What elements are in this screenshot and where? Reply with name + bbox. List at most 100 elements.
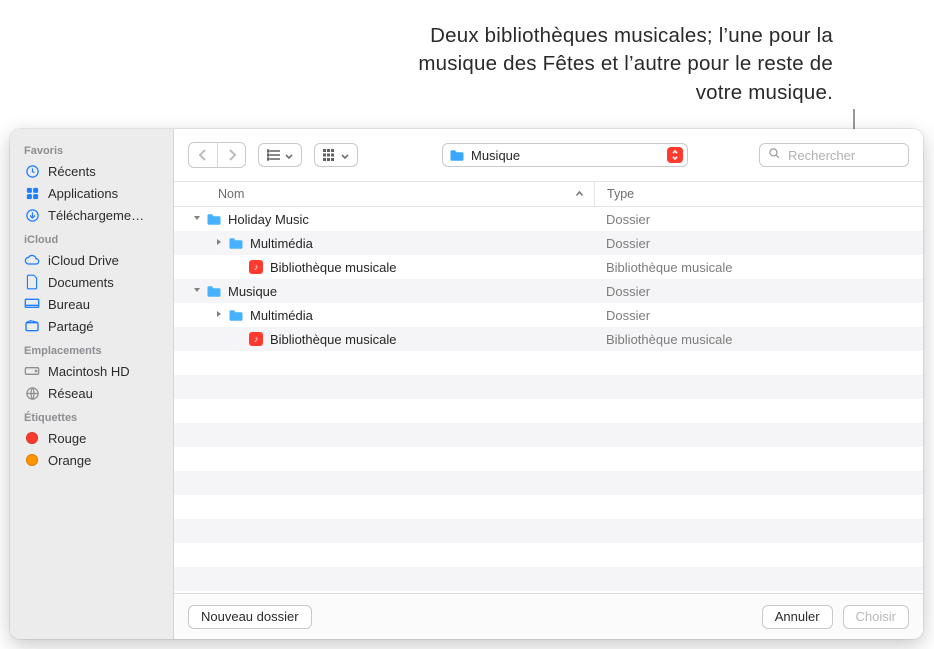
sidebar-item-label: Partagé (48, 319, 94, 334)
sidebar-item-tag-orange[interactable]: Orange (10, 449, 173, 471)
empty-row (174, 567, 923, 591)
apps-icon (24, 185, 40, 201)
file-type: Dossier (594, 308, 923, 323)
nav-buttons (188, 142, 246, 168)
empty-row (174, 447, 923, 471)
cancel-button[interactable]: Annuler (762, 605, 833, 629)
sidebar-item-label: Réseau (48, 386, 93, 401)
bottom-bar: Nouveau dossier Annuler Choisir (174, 593, 923, 639)
sidebar-item-label: Orange (48, 453, 91, 468)
empty-row (174, 495, 923, 519)
sidebar-item-macintosh-hd[interactable]: Macintosh HD (10, 360, 173, 382)
choose-button[interactable]: Choisir (843, 605, 909, 629)
sidebar-section-locations: Emplacements Macintosh HD Réseau (10, 337, 173, 404)
sidebar-item-downloads[interactable]: Téléchargeme… (10, 204, 173, 226)
folder-icon (205, 282, 223, 300)
file-name: Bibliothèque musicale (270, 260, 396, 275)
path-label: Musique (471, 148, 520, 163)
clock-icon (24, 163, 40, 179)
file-type: Dossier (594, 236, 923, 251)
sidebar-item-label: iCloud Drive (48, 253, 119, 268)
disclosure-triangle[interactable] (214, 238, 224, 249)
file-row[interactable]: ♪Bibliothèque musicaleBibliothèque music… (174, 255, 923, 279)
sidebar-item-label: Téléchargeme… (48, 208, 144, 223)
search-field[interactable] (759, 143, 909, 167)
file-row[interactable]: Holiday Music Dossier (174, 207, 923, 231)
empty-row (174, 519, 923, 543)
column-header-type[interactable]: Type (594, 182, 923, 206)
sidebar: Favoris Récents Applications Téléchargem… (10, 129, 174, 639)
hard-drive-icon (24, 363, 40, 379)
music-library-icon: ♪ (247, 258, 265, 276)
sidebar-item-documents[interactable]: Documents (10, 271, 173, 293)
disclosure-triangle[interactable] (192, 214, 202, 225)
file-row[interactable]: ♪ Bibliothèque musicale Bibliothèque music… (174, 327, 923, 351)
empty-row (174, 543, 923, 567)
file-row[interactable]: Multimédia Dossier (174, 303, 923, 327)
sidebar-item-network[interactable]: Réseau (10, 382, 173, 404)
sidebar-section-icloud: iCloud iCloud Drive Documents Bureau (10, 226, 173, 337)
sidebar-item-label: Documents (48, 275, 114, 290)
sidebar-item-label: Récents (48, 164, 96, 179)
path-popup-button[interactable]: Musique (442, 143, 688, 167)
file-name: Holiday Music (228, 212, 309, 227)
disclosure-triangle[interactable] (214, 310, 224, 321)
file-type: Bibliothèque musicale (594, 332, 923, 347)
download-icon (24, 207, 40, 223)
file-name: Multimédia (250, 236, 313, 251)
sidebar-section-favoris: Favoris Récents Applications Téléchargem… (10, 137, 173, 226)
sidebar-item-label: Applications (48, 186, 118, 201)
chevron-down-icon (341, 148, 349, 163)
sidebar-section-tags: Étiquettes Rouge Orange (10, 404, 173, 471)
desktop-icon (24, 296, 40, 312)
sidebar-section-title: Favoris (10, 137, 173, 160)
folder-icon (227, 306, 245, 324)
folder-icon (449, 149, 465, 162)
cloud-icon (24, 252, 40, 268)
main-panel: Musique Nom Typ (174, 129, 923, 639)
new-folder-button[interactable]: Nouveau dossier (188, 605, 312, 629)
file-list: Holiday Music Dossier Multimédia Dossier ♪ Bi… (174, 207, 923, 593)
sidebar-item-shared[interactable]: Partagé (10, 315, 173, 337)
sidebar-item-icloud-drive[interactable]: iCloud Drive (10, 249, 173, 271)
empty-row (174, 351, 923, 375)
chevron-down-icon (285, 148, 293, 163)
tag-orange-icon (24, 452, 40, 468)
sidebar-item-label: Macintosh HD (48, 364, 130, 379)
globe-icon (24, 385, 40, 401)
file-type: Dossier (594, 284, 923, 299)
empty-row (174, 399, 923, 423)
sidebar-item-applications[interactable]: Applications (10, 182, 173, 204)
nav-back-button[interactable] (189, 143, 217, 167)
document-icon (24, 274, 40, 290)
folder-icon (205, 210, 223, 228)
music-library-icon: ♪ (247, 330, 265, 348)
sidebar-item-recents[interactable]: Récents (10, 160, 173, 182)
folder-icon (227, 234, 245, 252)
file-row[interactable]: Musique Dossier (174, 279, 923, 303)
file-row[interactable]: Multimédia Dossier (174, 231, 923, 255)
help-caption: Deux bibliothèques musicales; l’une pour… (378, 22, 833, 107)
sidebar-section-title: iCloud (10, 226, 173, 249)
nav-forward-button[interactable] (217, 143, 245, 167)
sort-ascending-icon (575, 187, 584, 201)
file-name: Musique (228, 284, 277, 299)
group-by-button[interactable] (314, 143, 358, 167)
file-type: Dossier (594, 212, 923, 227)
search-icon (768, 147, 781, 163)
sidebar-item-label: Bureau (48, 297, 90, 312)
sidebar-item-desktop[interactable]: Bureau (10, 293, 173, 315)
disclosure-triangle[interactable] (192, 286, 202, 297)
file-name: Bibliothèque musicale (270, 332, 396, 347)
empty-row (174, 471, 923, 495)
column-header-name[interactable]: Nom (174, 187, 594, 201)
empty-row (174, 423, 923, 447)
view-list-button[interactable] (258, 143, 302, 167)
toolbar: Musique (174, 129, 923, 181)
search-input[interactable] (786, 147, 900, 164)
file-dialog-window: Favoris Récents Applications Téléchargem… (10, 129, 923, 639)
sidebar-item-tag-rouge[interactable]: Rouge (10, 427, 173, 449)
sidebar-section-title: Étiquettes (10, 404, 173, 427)
sidebar-item-label: Rouge (48, 431, 86, 446)
file-name: Multimédia (250, 308, 313, 323)
